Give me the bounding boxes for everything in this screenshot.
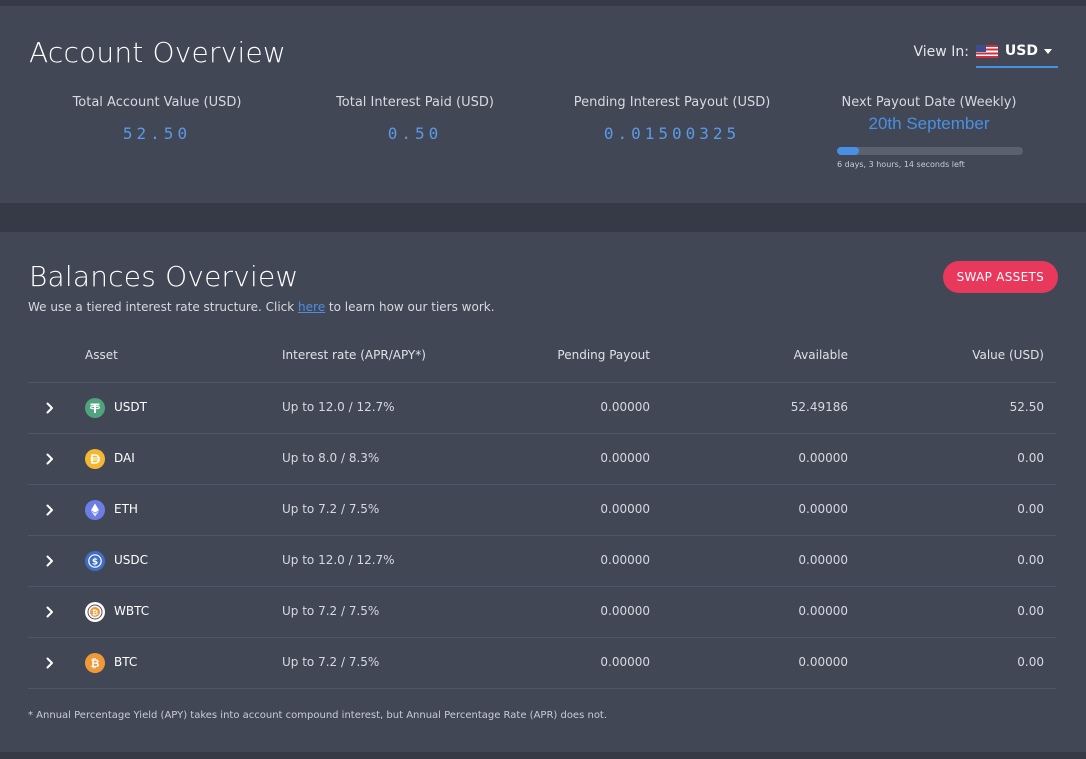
asset-name: ETH <box>114 502 138 516</box>
usd-value: 0.00 <box>1017 655 1044 669</box>
interest-rate: Up to 8.0 / 8.3% <box>282 451 380 465</box>
interest-rate: Up to 7.2 / 7.5% <box>282 655 380 669</box>
asset-name: BTC <box>114 655 138 669</box>
expand-chevron-icon[interactable] <box>42 553 58 569</box>
payout-progress-bar <box>837 147 1023 155</box>
table-row[interactable]: ₿ WBTC Up to 7.2 / 7.5% 0.00000 0.00000 0.00 <box>28 587 1056 638</box>
pending-payout: 0.00000 <box>600 451 650 465</box>
payout-time-left: 6 days, 3 hours, 14 seconds left <box>837 160 965 169</box>
swap-assets-button[interactable]: SWAP ASSETS <box>942 261 1058 293</box>
stat-pending-interest-payout: Pending Interest Payout (USD) 0.01500325 <box>552 95 792 143</box>
column-header-interest-rate: Interest rate (APR/APY*) <box>282 348 426 362</box>
table-row[interactable]: $ USDC Up to 12.0 / 12.7% 0.00000 0.00000 0.0… <box>28 536 1056 587</box>
account-overview-card: Account Overview View In: USD Total Acco… <box>0 6 1086 203</box>
column-header-asset: Asset <box>85 348 118 362</box>
caret-down-icon <box>1044 48 1052 54</box>
table-row[interactable]: USDT Up to 12.0 / 12.7% 0.00000 52.49186 52.… <box>28 383 1056 434</box>
table-row[interactable]: DAI Up to 8.0 / 8.3% 0.00000 0.00000 0.00 <box>28 434 1056 485</box>
payout-progress-fill <box>837 147 860 155</box>
stat-label: Pending Interest Payout (USD) <box>573 95 771 110</box>
svg-text:$: $ <box>92 557 98 567</box>
stat-value: 0.50 <box>387 124 443 143</box>
stat-value: 52.50 <box>122 124 192 143</box>
usdt-icon <box>85 398 105 418</box>
stat-label: Total Interest Paid (USD) <box>336 95 494 110</box>
next-payout-date-value: 20th September <box>868 114 990 133</box>
stat-total-account-value: Total Account Value (USD) 52.50 <box>37 95 277 143</box>
available-balance: 0.00000 <box>798 655 848 669</box>
pending-payout: 0.00000 <box>600 400 650 414</box>
tiers-description: We use a tiered interest rate structure.… <box>28 300 495 314</box>
table-header: Asset Interest rate (APR/APY*) Pending P… <box>28 332 1056 383</box>
apy-footnote: * Annual Percentage Yield (APY) takes in… <box>28 710 608 721</box>
interest-rate: Up to 7.2 / 7.5% <box>282 502 380 516</box>
interest-rate: Up to 12.0 / 12.7% <box>282 553 395 567</box>
pending-payout: 0.00000 <box>600 604 650 618</box>
available-balance: 0.00000 <box>798 451 848 465</box>
balances-overview-title: Balances Overview <box>29 260 299 293</box>
available-balance: 52.49186 <box>790 400 848 414</box>
stat-total-interest-paid: Total Interest Paid (USD) 0.50 <box>295 95 535 143</box>
column-header-pending-payout: Pending Payout <box>557 348 650 362</box>
usd-value: 0.00 <box>1017 502 1044 516</box>
usd-value: 0.00 <box>1017 604 1044 618</box>
balances-overview-card: Balances Overview We use a tiered intere… <box>0 232 1086 752</box>
asset-name: USDT <box>114 400 147 414</box>
expand-chevron-icon[interactable] <box>42 400 58 416</box>
tiers-learn-more-link[interactable]: here <box>298 300 325 314</box>
subtitle-text-after: to learn how our tiers work. <box>325 300 495 314</box>
available-balance: 0.00000 <box>798 553 848 567</box>
currency-value: USD <box>1004 43 1038 59</box>
pending-payout: 0.00000 <box>600 655 650 669</box>
dai-icon <box>85 449 105 469</box>
interest-rate: Up to 7.2 / 7.5% <box>282 604 380 618</box>
pending-payout: 0.00000 <box>600 502 650 516</box>
expand-chevron-icon[interactable] <box>42 655 58 671</box>
usd-value: 0.00 <box>1017 553 1044 567</box>
pending-payout: 0.00000 <box>600 553 650 567</box>
asset-name: DAI <box>114 451 135 465</box>
svg-text:₿: ₿ <box>91 657 100 670</box>
stat-label: Total Account Value (USD) <box>72 95 242 110</box>
btc-icon: ₿ <box>85 653 105 673</box>
view-in-label: View In: <box>913 44 969 60</box>
usd-value: 0.00 <box>1017 451 1044 465</box>
available-balance: 0.00000 <box>798 604 848 618</box>
expand-chevron-icon[interactable] <box>42 604 58 620</box>
stat-value: 0.01500325 <box>603 124 741 143</box>
subtitle-text-before: We use a tiered interest rate structure.… <box>28 300 299 314</box>
balances-table: Asset Interest rate (APR/APY*) Pending P… <box>28 332 1056 689</box>
eth-icon <box>85 500 105 520</box>
us-flag-icon <box>975 44 998 58</box>
account-overview-title: Account Overview <box>29 36 286 69</box>
stat-next-payout-date: Next Payout Date (Weekly) 20th September <box>809 95 1049 134</box>
column-header-value: Value (USD) <box>972 348 1044 362</box>
view-in-control: View In: USD <box>914 36 1058 68</box>
table-row[interactable]: ETH Up to 7.2 / 7.5% 0.00000 0.00000 0.00 <box>28 485 1056 536</box>
table-row[interactable]: ₿ BTC Up to 7.2 / 7.5% 0.00000 0.00000 0.00 <box>28 638 1056 689</box>
stat-label: Next Payout Date (Weekly) <box>841 95 1017 110</box>
currency-select[interactable]: USD <box>975 36 1058 68</box>
asset-name: WBTC <box>114 604 150 618</box>
wbtc-icon: ₿ <box>85 602 105 622</box>
svg-text:₿: ₿ <box>92 608 98 617</box>
interest-rate: Up to 12.0 / 12.7% <box>282 400 395 414</box>
usd-value: 52.50 <box>1009 400 1044 414</box>
column-header-available: Available <box>793 348 848 362</box>
expand-chevron-icon[interactable] <box>42 502 58 518</box>
expand-chevron-icon[interactable] <box>42 451 58 467</box>
usdc-icon: $ <box>85 551 105 571</box>
asset-name: USDC <box>114 553 149 567</box>
available-balance: 0.00000 <box>798 502 848 516</box>
table-body: USDT Up to 12.0 / 12.7% 0.00000 52.49186 52.… <box>28 383 1056 689</box>
